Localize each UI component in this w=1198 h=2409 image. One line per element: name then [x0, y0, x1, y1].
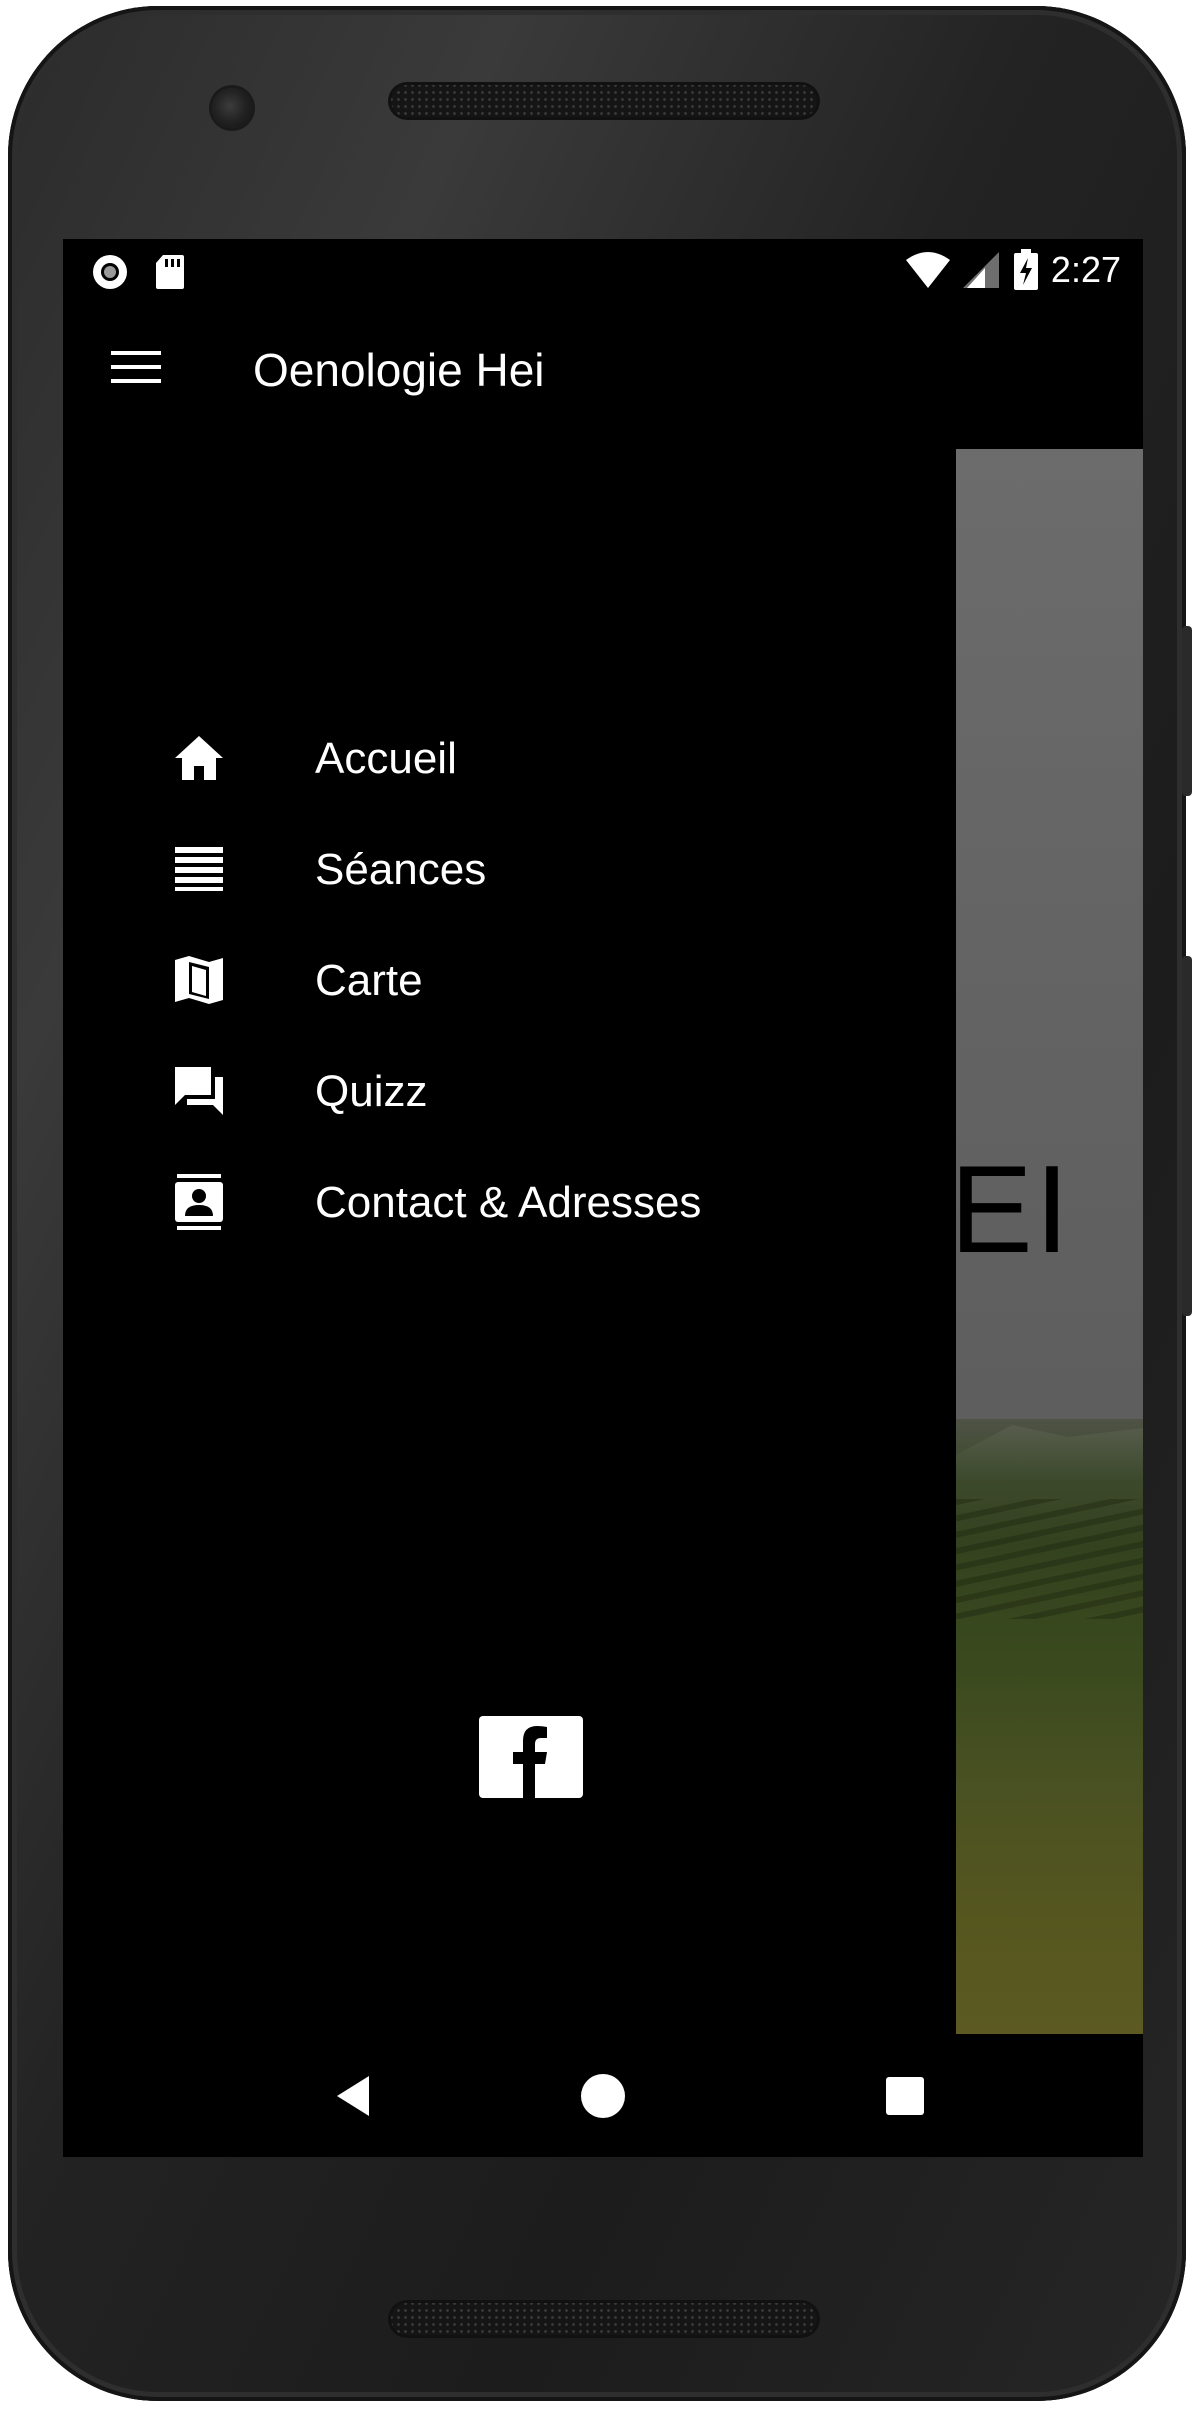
front-camera: [212, 88, 252, 128]
navigation-drawer: Accueil Séances Carte Quizz Contact & Ad…: [63, 449, 956, 2034]
wifi-icon: [905, 252, 950, 288]
volume-button: [1182, 956, 1192, 1316]
list-icon: [175, 847, 223, 891]
facebook-icon: [513, 1726, 547, 1798]
drawer-item-label: Contact & Adresses: [315, 1178, 702, 1227]
recents-icon[interactable]: [873, 2064, 937, 2128]
drawer-item-label: Accueil: [315, 734, 457, 783]
system-nav-bar: [63, 2034, 1143, 2157]
status-right-icons: 2:27: [905, 249, 1121, 291]
status-bar: 2:27: [63, 239, 1143, 303]
app-title: Oenologie Hei: [253, 344, 545, 396]
facebook-button[interactable]: [479, 1716, 583, 1798]
top-speaker: [388, 82, 820, 120]
drawer-item-quizz[interactable]: Quizz: [63, 1029, 956, 1149]
record-circle-icon: [93, 255, 127, 289]
cell-signal-icon: [962, 252, 999, 288]
drawer-item-label: Carte: [315, 956, 423, 1005]
screen: EI 2:27 Oenologie Hei Accueil Séances Ca…: [63, 239, 1143, 2157]
drawer-item-carte[interactable]: Carte: [63, 918, 956, 1038]
vineyard-image: [956, 1419, 1143, 2034]
drawer-item-contact[interactable]: Contact & Adresses: [63, 1140, 956, 1260]
background-content: EI: [956, 449, 1143, 2034]
home-icon: [175, 736, 223, 780]
drawer-item-label: Quizz: [315, 1067, 428, 1116]
battery-charging-icon: [1013, 249, 1038, 290]
drawer-item-seances[interactable]: Séances: [63, 807, 956, 927]
drawer-item-accueil[interactable]: Accueil: [63, 696, 956, 816]
contacts-icon: [175, 1174, 223, 1230]
home-circle-icon[interactable]: [571, 2064, 635, 2128]
power-button: [1182, 626, 1192, 796]
status-left-icons: [91, 253, 185, 291]
bottom-speaker: [388, 2300, 820, 2338]
back-icon[interactable]: [325, 2064, 389, 2128]
phone-frame: EI 2:27 Oenologie Hei Accueil Séances Ca…: [8, 6, 1192, 2401]
map-icon: [175, 956, 223, 1004]
hamburger-menu-icon[interactable]: [109, 341, 163, 395]
app-bar: Oenologie Hei: [63, 303, 1143, 449]
sd-card-icon: [156, 255, 184, 289]
forum-icon: [175, 1067, 223, 1115]
drawer-item-label: Séances: [315, 845, 487, 894]
status-clock: 2:27: [1050, 249, 1121, 290]
background-title-text: EI: [956, 1141, 1072, 1279]
